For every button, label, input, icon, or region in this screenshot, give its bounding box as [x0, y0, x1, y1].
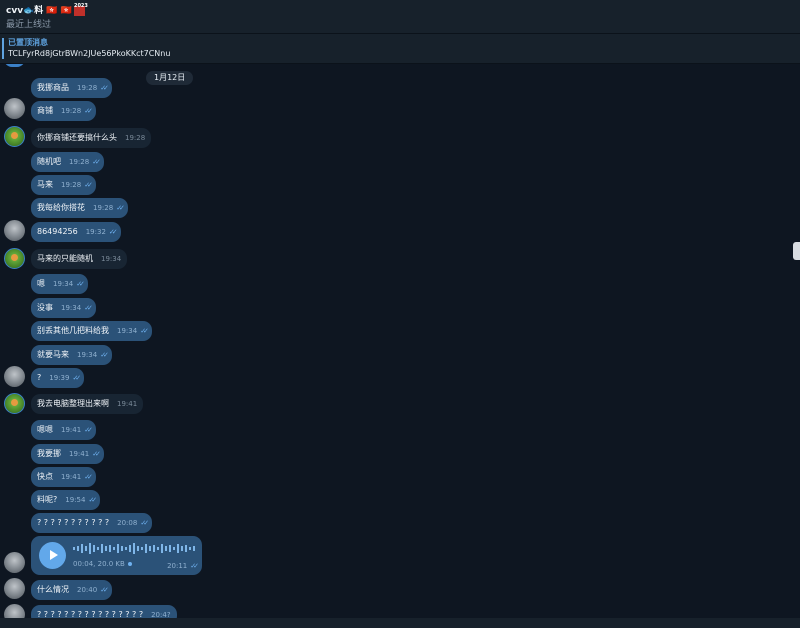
- double-check-icon: ✓✓: [92, 158, 101, 166]
- double-check-icon: ✓✓: [108, 228, 118, 236]
- message-bubble[interactable]: 我去电脑整理出来啊 19:41: [31, 394, 144, 414]
- message-bubble[interactable]: 我要挪 19:41 ✓✓: [31, 444, 104, 464]
- message-bubble[interactable]: 嗯 19:34 ✓✓: [31, 274, 88, 294]
- avatar[interactable]: [4, 552, 25, 573]
- chat-title: cvv🐟料 🇭🇰 🇭🇰 2023: [6, 2, 88, 17]
- message-bubble[interactable]: 我挪商品 19:28 ✓✓: [31, 78, 112, 98]
- waveform-icon[interactable]: [73, 542, 197, 555]
- avatar[interactable]: [4, 126, 25, 147]
- message-bubble[interactable]: 马来 19:28 ✓✓: [31, 175, 96, 195]
- message-bubble[interactable]: 你挪商铺还要搞什么头 19:28: [31, 128, 152, 148]
- message-list[interactable]: 1月12日 我挪商品 19:28 ✓✓ 商铺 19:28 ✓✓ 你挪商铺还要搞什么头 19…: [0, 64, 800, 628]
- double-check-icon: ✓✓: [72, 374, 81, 382]
- double-check-icon: ✓✓: [84, 473, 93, 481]
- double-check-icon: ✓✓: [88, 496, 97, 504]
- last-seen-status: 最近上线过: [6, 20, 52, 30]
- pinned-text: TCLFyrRd8jGtrBWn2JUe56PkoKKct7CNnu: [8, 49, 171, 58]
- side-panel-handle[interactable]: [793, 242, 800, 260]
- message-bubble[interactable]: 别丢其他几把料给我 19:34 ✓✓: [31, 321, 152, 341]
- double-check-icon: ✓✓: [84, 304, 93, 312]
- message-bubble[interactable]: 没事 19:34 ✓✓: [31, 298, 96, 318]
- double-check-icon: ✓✓: [140, 519, 149, 527]
- double-check-icon: ✓✓: [92, 450, 101, 458]
- double-check-icon: ✓✓: [100, 84, 109, 92]
- bottom-bar: [0, 618, 800, 628]
- double-check-icon: ✓✓: [190, 562, 199, 570]
- unplayed-dot-icon: [127, 562, 132, 566]
- pinned-indicator: [2, 38, 4, 59]
- play-icon[interactable]: [39, 542, 66, 569]
- message-bubble[interactable]: 我每给你搭花 19:28 ✓✓: [31, 198, 128, 218]
- avatar[interactable]: [4, 366, 25, 387]
- voice-duration: 00:04, 20.0 KB: [73, 560, 132, 568]
- message-bubble[interactable]: 商铺 19:28 ✓✓: [31, 101, 96, 121]
- double-check-icon: ✓✓: [76, 280, 85, 288]
- voice-message[interactable]: 00:04, 20.0 KB 20:11 ✓✓: [31, 536, 202, 575]
- avatar[interactable]: [4, 98, 25, 119]
- badge-icon: 2023: [73, 3, 88, 16]
- double-check-icon: ✓✓: [100, 351, 109, 359]
- double-check-icon: ✓✓: [84, 426, 93, 434]
- message-bubble[interactable]: 什么情况 20:40 ✓✓: [31, 580, 112, 600]
- voice-time: 20:11 ✓✓: [167, 562, 199, 570]
- double-check-icon: ✓✓: [84, 181, 93, 189]
- double-check-icon: ✓✓: [116, 204, 125, 212]
- pinned-message-bar[interactable]: 已置顶消息 TCLFyrRd8jGtrBWn2JUe56PkoKKct7CNnu: [0, 34, 800, 64]
- avatar[interactable]: [4, 64, 25, 67]
- chat-header[interactable]: cvv🐟料 🇭🇰 🇭🇰 2023 最近上线过: [0, 0, 800, 34]
- message-bubble[interactable]: 快点 19:41 ✓✓: [31, 467, 96, 487]
- message-bubble[interactable]: 86494256 19:32 ✓✓: [31, 222, 121, 242]
- message-bubble[interactable]: 随机吧 19:28 ✓✓: [31, 152, 104, 172]
- message-bubble[interactable]: 马来的只能随机 19:34: [31, 249, 128, 269]
- message-bubble[interactable]: ? ? ? ? ? ? ? ? ? ? ? 20:08 ✓✓: [31, 513, 153, 533]
- date-separator: 1月12日: [146, 71, 194, 85]
- message-bubble[interactable]: 嗯嗯 19:41 ✓✓: [31, 420, 96, 440]
- message-bubble[interactable]: 料呢? 19:54 ✓✓: [31, 490, 101, 510]
- avatar[interactable]: [4, 393, 25, 414]
- double-check-icon: ✓✓: [140, 327, 149, 335]
- avatar[interactable]: [4, 248, 25, 269]
- pinned-label: 已置顶消息: [8, 38, 48, 47]
- message-bubble[interactable]: 就要马来 19:34 ✓✓: [31, 345, 112, 365]
- avatar[interactable]: [4, 578, 25, 599]
- double-check-icon: ✓✓: [84, 107, 93, 115]
- avatar[interactable]: [4, 220, 25, 241]
- double-check-icon: ✓✓: [100, 586, 109, 594]
- message-bubble[interactable]: ? 19:39 ✓✓: [31, 368, 85, 388]
